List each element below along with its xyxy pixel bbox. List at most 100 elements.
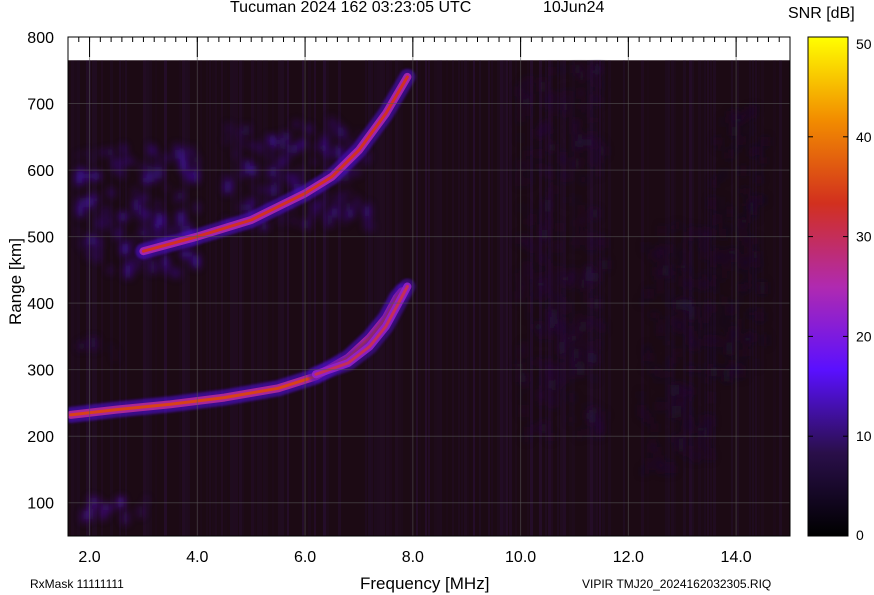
diffuse-speck xyxy=(226,123,231,134)
diffuse-speck xyxy=(357,131,361,135)
noise-streak xyxy=(509,60,512,536)
diffuse-speck xyxy=(161,215,167,228)
diffuse-speck xyxy=(546,309,552,319)
diffuse-speck xyxy=(741,349,748,357)
diffuse-speck xyxy=(578,230,585,235)
diffuse-speck xyxy=(651,252,658,260)
y-tick-label: 600 xyxy=(27,163,54,180)
diffuse-speck xyxy=(706,427,710,439)
noise-streak xyxy=(302,60,304,536)
diffuse-speck xyxy=(586,208,590,213)
diffuse-speck xyxy=(583,428,586,436)
diffuse-speck xyxy=(108,267,112,274)
diffuse-speck xyxy=(580,103,584,110)
diffuse-speck xyxy=(570,410,573,414)
chart-title: Tucuman 2024 162 03:23:05 UTC xyxy=(230,0,472,16)
diffuse-speck xyxy=(279,213,283,225)
diffuse-speck xyxy=(751,109,756,116)
noise-streak xyxy=(119,60,121,536)
diffuse-speck xyxy=(124,153,128,161)
diffuse-speck xyxy=(282,132,290,140)
diffuse-speck xyxy=(708,452,714,460)
diffuse-speck xyxy=(224,174,230,179)
diffuse-speck xyxy=(345,190,353,195)
diffuse-speck xyxy=(122,511,129,525)
diffuse-speck xyxy=(132,188,139,196)
diffuse-speck xyxy=(710,349,714,360)
noise-streak xyxy=(278,60,281,536)
colorbar-tick-label: 40 xyxy=(856,129,872,145)
diffuse-speck xyxy=(187,146,195,155)
noise-streak xyxy=(434,60,437,536)
diffuse-speck xyxy=(107,188,114,197)
diffuse-speck xyxy=(225,136,230,145)
diffuse-speck xyxy=(353,169,360,176)
diffuse-speck xyxy=(291,144,298,153)
noise-streak xyxy=(95,60,97,536)
noise-streak xyxy=(284,60,287,536)
diffuse-speck xyxy=(94,500,98,508)
diffuse-speck xyxy=(119,161,126,167)
diffuse-speck xyxy=(716,214,721,224)
diffuse-speck xyxy=(643,241,648,253)
diffuse-speck xyxy=(369,222,373,231)
noise-streak xyxy=(713,60,716,536)
diffuse-speck xyxy=(364,221,368,231)
diffuse-speck xyxy=(710,367,718,377)
diffuse-speck xyxy=(586,104,590,118)
diffuse-speck xyxy=(758,312,765,322)
diffuse-speck xyxy=(329,124,333,137)
diffuse-speck xyxy=(256,188,264,194)
noise-streak xyxy=(188,60,190,536)
diffuse-speck xyxy=(535,323,542,330)
noise-streak xyxy=(758,60,760,536)
noise-streak xyxy=(185,60,188,536)
diffuse-speck xyxy=(542,420,548,434)
diffuse-speck xyxy=(592,376,597,382)
noise-streak xyxy=(455,60,457,536)
noise-streak xyxy=(71,60,74,536)
noise-streak xyxy=(182,60,185,536)
diffuse-speck xyxy=(731,252,738,262)
diffuse-speck xyxy=(687,387,693,395)
diffuse-speck xyxy=(667,244,671,253)
noise-streak xyxy=(212,60,215,536)
diffuse-speck xyxy=(326,221,333,226)
diffuse-speck xyxy=(747,133,750,138)
diffuse-speck xyxy=(333,197,341,209)
diffuse-speck xyxy=(601,146,606,156)
diffuse-speck xyxy=(97,217,102,230)
diffuse-speck xyxy=(576,134,583,147)
diffuse-speck xyxy=(186,251,193,258)
diffuse-speck xyxy=(78,172,83,184)
noise-streak xyxy=(260,60,262,536)
noise-streak xyxy=(467,60,469,536)
noise-streak xyxy=(125,60,127,536)
diffuse-speck xyxy=(576,329,580,342)
diffuse-speck xyxy=(165,261,169,275)
diffuse-speck xyxy=(541,298,545,306)
x-tick-label: 10.0 xyxy=(505,549,536,566)
diffuse-speck xyxy=(521,203,525,213)
diffuse-speck xyxy=(653,423,656,433)
diffuse-speck xyxy=(665,371,670,378)
noise-streak xyxy=(623,60,625,536)
diffuse-speck xyxy=(559,265,562,273)
noise-streak xyxy=(446,60,448,536)
diffuse-speck xyxy=(78,197,84,201)
diffuse-speck xyxy=(646,355,651,362)
diffuse-speck xyxy=(270,147,273,159)
diffuse-speck xyxy=(85,197,93,207)
diffuse-speck xyxy=(177,212,185,225)
colorbar-tick-label: 20 xyxy=(856,328,872,344)
noise-streak xyxy=(419,60,421,536)
diffuse-speck xyxy=(555,373,560,385)
diffuse-speck xyxy=(151,147,156,153)
diffuse-speck xyxy=(685,250,688,263)
diffuse-speck xyxy=(310,210,313,222)
noise-streak xyxy=(281,60,284,536)
diffuse-speck xyxy=(525,111,532,115)
diffuse-speck xyxy=(118,226,122,232)
diffuse-speck xyxy=(326,192,329,204)
diffuse-speck xyxy=(712,215,716,229)
